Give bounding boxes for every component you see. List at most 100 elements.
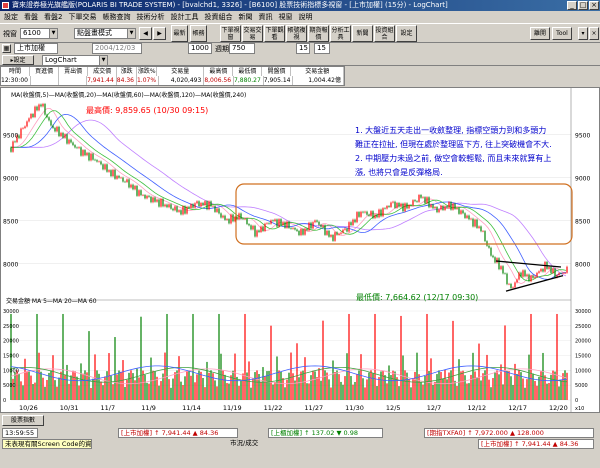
candle-body <box>532 275 534 278</box>
volume-bar <box>498 374 500 400</box>
volume-bar <box>202 377 204 400</box>
candle-body <box>388 206 390 207</box>
chart-canvas[interactable]: MA(收盤價,5)—MA(收盤價,20)—MA(收盤價,60)—MA(收盤價,1… <box>1 88 599 412</box>
portfolio-button[interactable]: 投資組合 <box>374 25 395 42</box>
volume-bar <box>340 381 342 400</box>
menu-item-10[interactable]: 視窗 <box>278 12 292 22</box>
volume-bar <box>376 386 378 400</box>
page-combo[interactable]: 6100 ▼ <box>20 28 58 39</box>
candle-body <box>332 235 334 241</box>
account-button[interactable]: 帳務 <box>190 25 207 42</box>
candle-body <box>22 128 24 129</box>
account-view-button[interactable]: 帳號複視 <box>286 25 307 42</box>
symbol-combo[interactable]: 上市加權 <box>14 43 58 54</box>
symbol-toolbar: ▦ 上市加權 2004/12/03 1000 週期 750 15 15 <box>0 43 600 54</box>
candle-body <box>152 197 154 203</box>
volume-bar <box>74 371 76 400</box>
price-tick-right: 8500 <box>575 219 590 226</box>
date-tick: 11/7 <box>101 404 116 412</box>
date-field[interactable]: 2004/12/03 <box>92 43 142 54</box>
volume-bar <box>362 378 364 400</box>
info-header: 時間 <box>1 67 31 76</box>
volume-bar <box>296 343 298 400</box>
minimize-button[interactable]: _ <box>567 1 577 10</box>
candle-body <box>354 219 356 223</box>
candle-body <box>550 267 552 273</box>
volume-bar <box>36 313 38 400</box>
volume-bar <box>290 352 292 400</box>
candle-body <box>474 219 476 227</box>
chevron-down-icon[interactable]: ▼ <box>127 29 135 38</box>
volume-bar <box>180 381 182 400</box>
menu-item-2[interactable]: 看盤2 <box>44 12 62 22</box>
exit-button[interactable]: 離開 <box>530 27 550 40</box>
period-field[interactable]: 750 <box>229 43 255 54</box>
menu-item-1[interactable]: 看盤 <box>24 12 38 22</box>
volume-bar <box>240 380 242 400</box>
grid-icon[interactable]: ▦ <box>2 44 11 53</box>
nav-left-button[interactable]: ◀ <box>139 27 152 40</box>
candle-body <box>362 211 364 213</box>
close-icon[interactable]: × <box>589 27 599 40</box>
chevron-down-icon[interactable]: ▼ <box>99 56 107 65</box>
chevron-down-icon[interactable]: ▼ <box>49 29 57 38</box>
pin-icon[interactable]: ▾ <box>578 27 588 40</box>
volume-bar <box>76 376 78 400</box>
count-field[interactable]: 1000 <box>188 43 212 54</box>
freq-field[interactable]: 15 <box>296 43 310 54</box>
candle-body <box>542 269 544 272</box>
menu-item-8[interactable]: 新聞 <box>238 12 252 22</box>
candle-body <box>442 205 444 211</box>
candle-body <box>184 206 186 214</box>
candle-body <box>112 169 114 177</box>
candle-body <box>296 229 298 231</box>
volume-bar <box>46 379 48 400</box>
candle-body <box>538 271 540 273</box>
close-button[interactable]: × <box>589 1 599 10</box>
candle-body <box>60 132 62 137</box>
settings-button[interactable]: 設定 <box>396 25 417 42</box>
analysis-annotation: 1. 大盤近五天走出一收斂整理, 指標空頭力到和多頭力 難正在拉扯, 但現在處於… <box>355 125 552 177</box>
candle-body <box>422 197 424 198</box>
menu-item-3[interactable]: 下單交易 <box>68 12 96 22</box>
candle-body <box>484 231 486 242</box>
candle-body <box>94 159 96 161</box>
price-chart[interactable]: MA(收盤價,5)—MA(收盤價,20)—MA(收盤價,60)—MA(收盤價,1… <box>0 87 600 413</box>
futures-quote-button[interactable]: 期貨報價 <box>308 25 329 42</box>
maximize-button[interactable]: □ <box>578 1 588 10</box>
analysis-tool-button[interactable]: 分析工具 <box>330 25 351 42</box>
menu-item-11[interactable]: 說明 <box>298 12 312 22</box>
candle-body <box>480 226 482 232</box>
volume-bar <box>404 370 406 400</box>
volume-bar <box>232 370 234 400</box>
news-button[interactable]: 新聞 <box>352 25 373 42</box>
mode-combo[interactable]: 點盤畫模式 ▼ <box>74 28 136 39</box>
info-value: 7,941.44 <box>87 76 117 85</box>
freq2-field[interactable]: 15 <box>314 43 330 54</box>
settings-tab[interactable]: ▸設定 <box>2 55 34 65</box>
menu-item-5[interactable]: 技術分析 <box>136 12 164 22</box>
nav-right-button[interactable]: ▶ <box>153 27 166 40</box>
order-view-button[interactable]: 下單觀看 <box>264 25 285 42</box>
candle-body <box>108 170 110 172</box>
volume-bar <box>226 383 228 400</box>
menu-item-0[interactable]: 設定 <box>4 12 18 22</box>
candle-body <box>560 273 562 274</box>
menu-item-7[interactable]: 投資組合 <box>204 12 232 22</box>
candle-body <box>454 203 456 209</box>
candle-body <box>384 208 386 209</box>
latest-button[interactable]: 最新 <box>171 25 188 42</box>
candle-body <box>178 210 180 212</box>
menu-item-4[interactable]: 帳務查詢 <box>102 12 130 22</box>
chart-type-combo[interactable]: LogChart ▼ <box>42 55 108 66</box>
menu-item-6[interactable]: 設計工具 <box>170 12 198 22</box>
candle-body <box>240 213 242 219</box>
date-tick: 12/20 <box>549 404 568 412</box>
volume-bar <box>336 370 338 400</box>
trade-button[interactable]: 交易交易 <box>242 25 263 42</box>
tool-button[interactable]: Tool <box>552 27 572 40</box>
tab-stock-index[interactable]: 股票指數 <box>2 415 44 426</box>
order-window-button[interactable]: 下單視窗 <box>220 25 241 42</box>
menu-item-9[interactable]: 資訊 <box>258 12 272 22</box>
candle-body <box>514 282 516 288</box>
